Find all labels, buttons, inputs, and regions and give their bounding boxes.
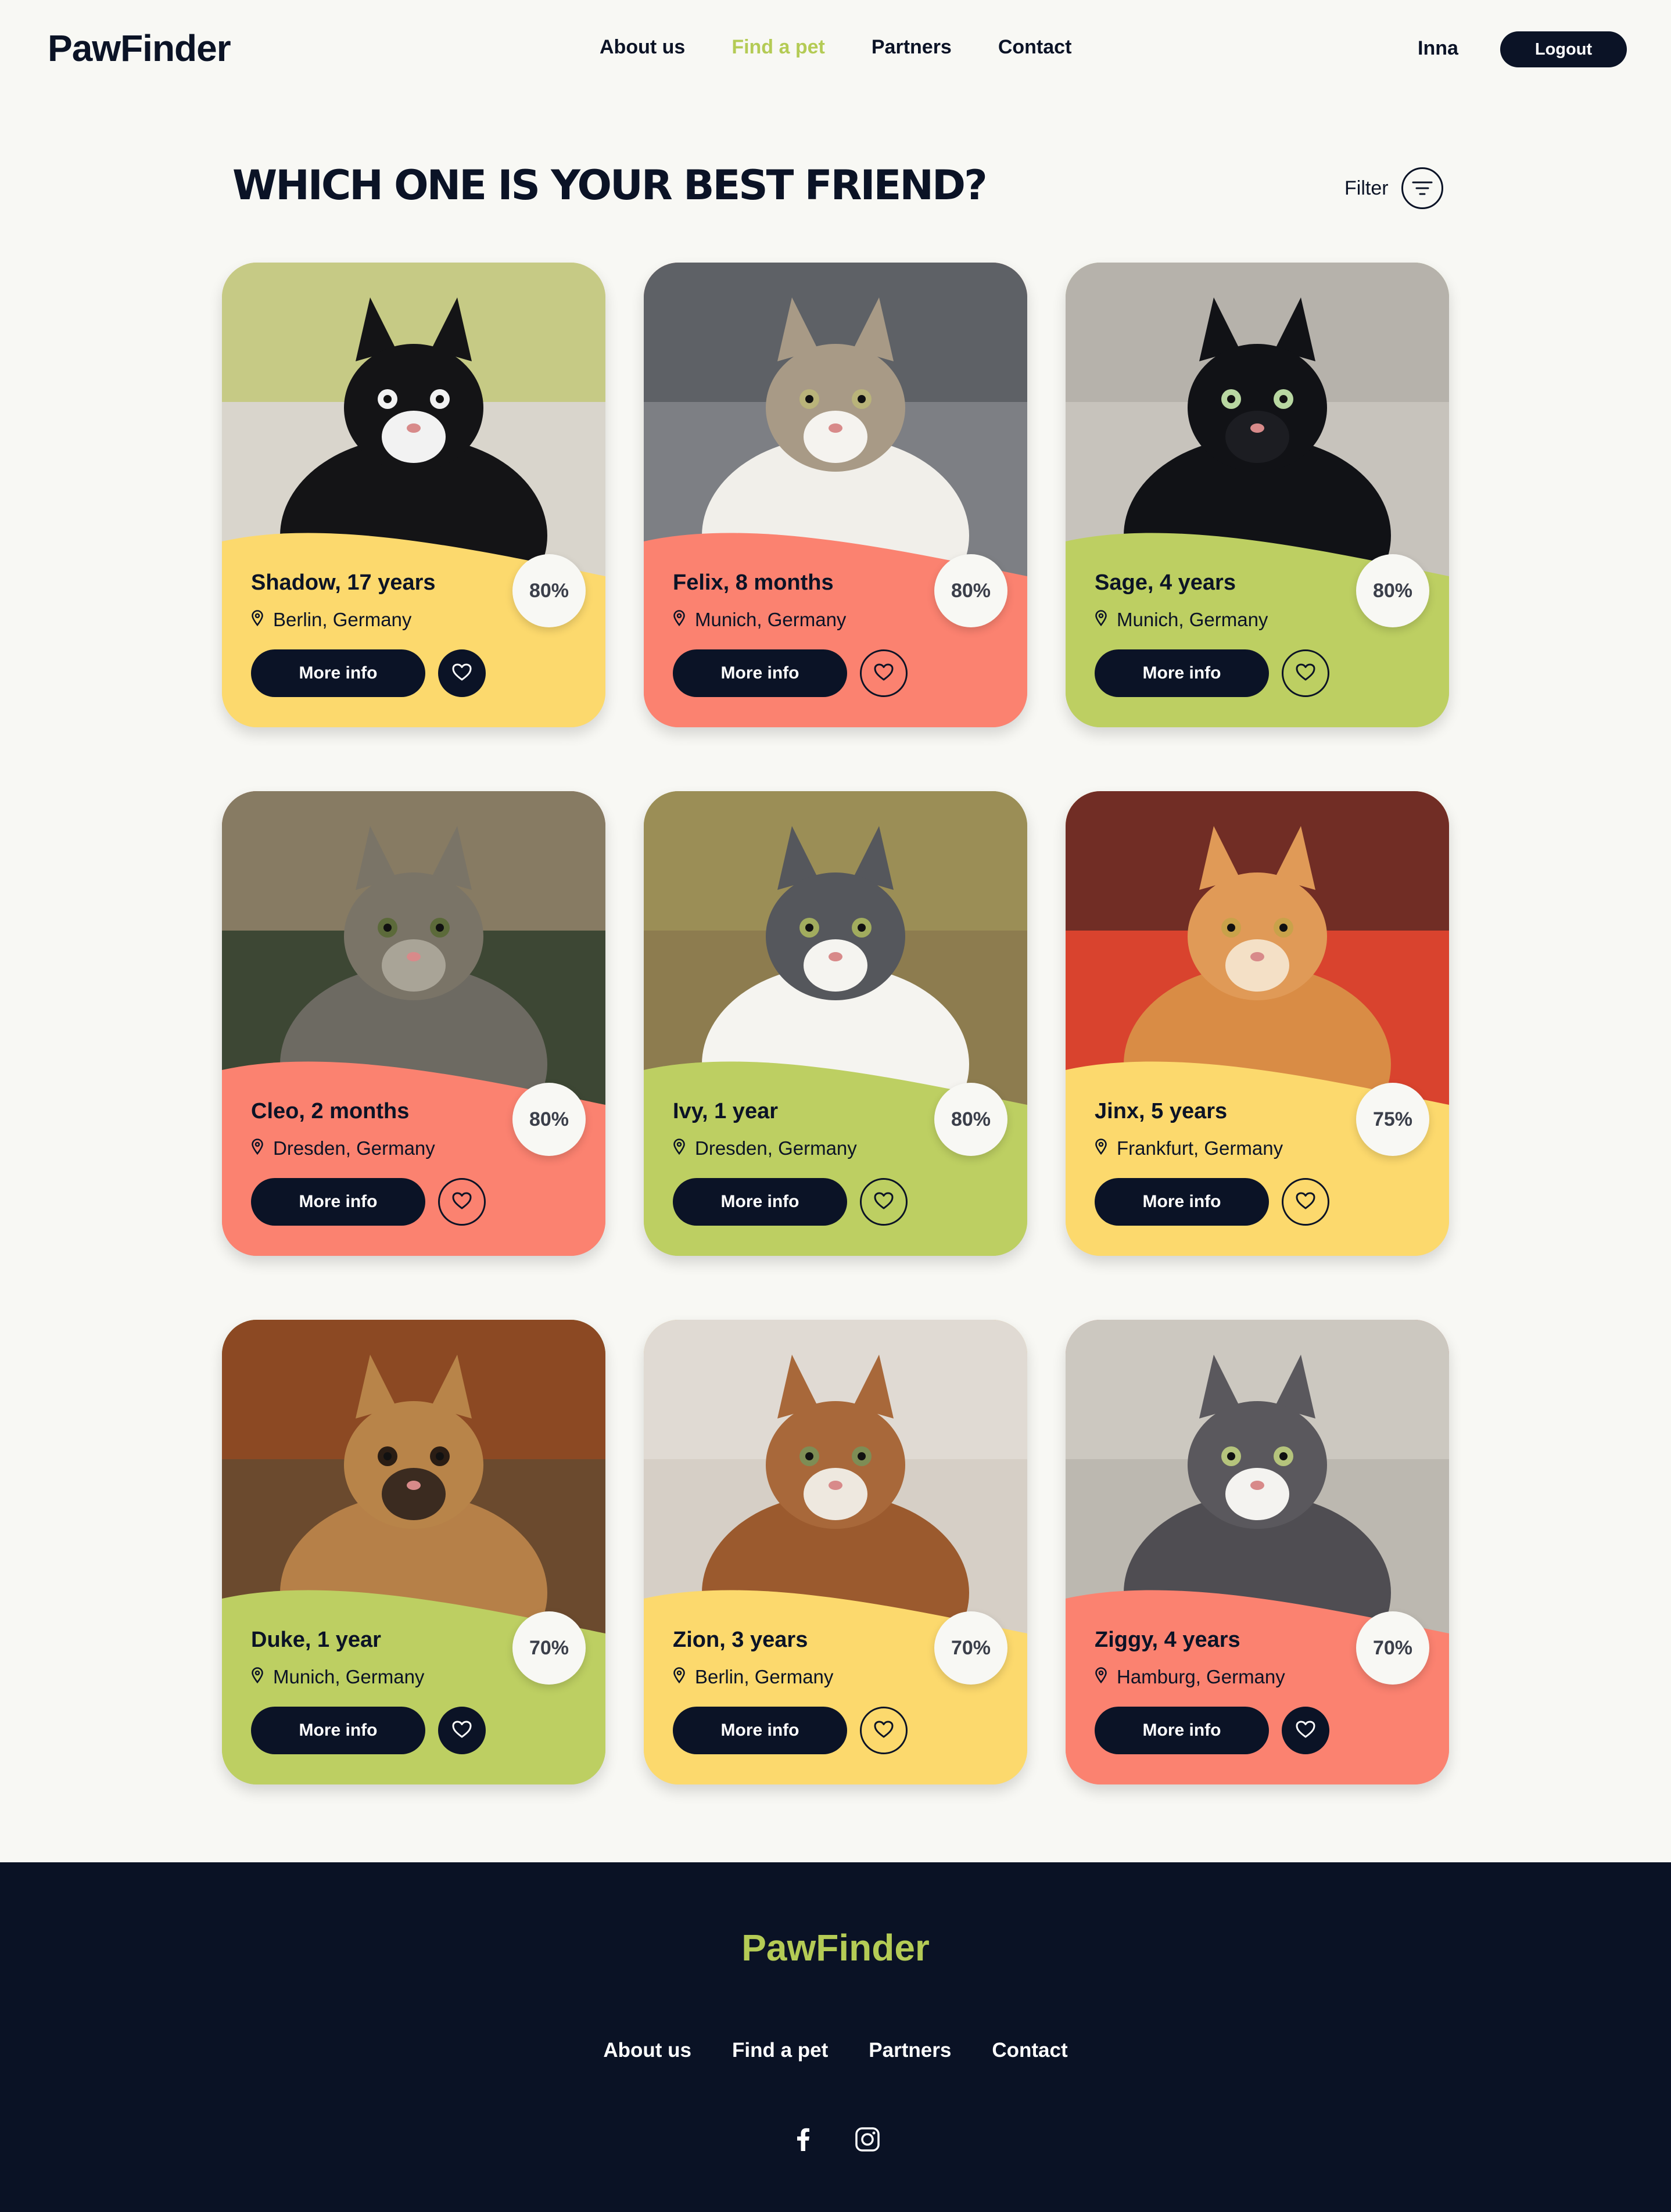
heart-icon bbox=[874, 1721, 894, 1741]
pet-location: Munich, Germany bbox=[251, 1666, 424, 1688]
heart-icon bbox=[874, 663, 894, 684]
pet-location-text: Dresden, Germany bbox=[273, 1137, 435, 1159]
pet-name: Jinx, 5 years bbox=[1095, 1099, 1228, 1123]
pet-location-text: Munich, Germany bbox=[273, 1666, 425, 1687]
more-info-button[interactable]: More info bbox=[251, 1707, 425, 1754]
location-pin-icon bbox=[1095, 1137, 1107, 1159]
pet-location-text: Frankfurt, Germany bbox=[1117, 1137, 1283, 1159]
pet-location-text: Munich, Germany bbox=[695, 609, 847, 630]
location-pin-icon bbox=[251, 1666, 264, 1688]
pet-location: Dresden, Germany bbox=[251, 1137, 435, 1159]
heart-icon bbox=[452, 663, 472, 684]
favorite-button[interactable] bbox=[438, 649, 486, 697]
location-pin-icon bbox=[673, 609, 686, 631]
location-pin-icon bbox=[1095, 609, 1107, 631]
pet-name: Zion, 3 years bbox=[673, 1628, 808, 1652]
more-info-button[interactable]: More info bbox=[251, 1178, 425, 1226]
heart-icon bbox=[452, 1721, 472, 1741]
favorite-button[interactable] bbox=[438, 1178, 486, 1226]
match-badge: 70% bbox=[1356, 1611, 1429, 1685]
pet-location: Berlin, Germany bbox=[251, 609, 411, 631]
more-info-button[interactable]: More info bbox=[1095, 1707, 1269, 1754]
pet-card[interactable]: Felix, 8 months Munich, Germany 80% More in… bbox=[644, 263, 1027, 727]
match-badge: 80% bbox=[1356, 554, 1429, 627]
site-footer: PawFinder About us Find a pet Partners C… bbox=[0, 1862, 1671, 2212]
match-badge: 80% bbox=[934, 554, 1007, 627]
instagram-icon[interactable] bbox=[853, 2125, 882, 2154]
more-info-button[interactable]: More info bbox=[251, 649, 425, 697]
more-info-button[interactable]: More info bbox=[673, 649, 847, 697]
pet-card[interactable]: Ivy, 1 year Dresden, Germany 80% More info bbox=[644, 791, 1027, 1256]
pet-name: Duke, 1 year bbox=[251, 1628, 381, 1652]
more-info-button[interactable]: More info bbox=[673, 1178, 847, 1226]
footer-nav-find-a-pet[interactable]: Find a pet bbox=[732, 2039, 828, 2062]
pet-name: Shadow, 17 years bbox=[251, 570, 436, 595]
pet-location: Munich, Germany bbox=[1095, 609, 1268, 631]
pet-card[interactable]: Cleo, 2 months Dresden, Germany 80% More in… bbox=[222, 791, 605, 1256]
favorite-button[interactable] bbox=[1282, 649, 1329, 697]
heart-icon bbox=[1296, 663, 1315, 684]
location-pin-icon bbox=[1095, 1666, 1107, 1688]
pet-location: Dresden, Germany bbox=[673, 1137, 857, 1159]
footer-nav-partners[interactable]: Partners bbox=[869, 2039, 951, 2062]
pet-card[interactable]: Shadow, 17 years Berlin, Germany 80% More i… bbox=[222, 263, 605, 727]
favorite-button[interactable] bbox=[860, 649, 908, 697]
pet-location: Munich, Germany bbox=[673, 609, 846, 631]
pet-name: Ziggy, 4 years bbox=[1095, 1628, 1240, 1652]
pet-location-text: Berlin, Germany bbox=[273, 609, 412, 630]
pet-grid: Shadow, 17 years Berlin, Germany 80% More i… bbox=[0, 0, 1671, 1859]
pet-location: Hamburg, Germany bbox=[1095, 1666, 1285, 1688]
heart-icon bbox=[452, 1192, 472, 1212]
facebook-icon[interactable] bbox=[789, 2125, 818, 2154]
location-pin-icon bbox=[673, 1666, 686, 1688]
match-badge: 80% bbox=[512, 1083, 586, 1156]
pet-name: Sage, 4 years bbox=[1095, 570, 1236, 595]
footer-logo[interactable]: PawFinder bbox=[0, 1926, 1671, 1969]
match-badge: 75% bbox=[1356, 1083, 1429, 1156]
favorite-button[interactable] bbox=[438, 1707, 486, 1754]
heart-icon bbox=[874, 1192, 894, 1212]
pet-card[interactable]: Duke, 1 year Munich, Germany 70% More info bbox=[222, 1320, 605, 1784]
pet-name: Ivy, 1 year bbox=[673, 1099, 779, 1123]
pet-location-text: Dresden, Germany bbox=[695, 1137, 857, 1159]
match-badge: 70% bbox=[934, 1611, 1007, 1685]
location-pin-icon bbox=[673, 1137, 686, 1159]
favorite-button[interactable] bbox=[1282, 1707, 1329, 1754]
pet-location-text: Munich, Germany bbox=[1117, 609, 1268, 630]
pet-location-text: Berlin, Germany bbox=[695, 1666, 834, 1687]
more-info-button[interactable]: More info bbox=[673, 1707, 847, 1754]
match-badge: 80% bbox=[512, 554, 586, 627]
pet-card[interactable]: Sage, 4 years Munich, Germany 80% More info bbox=[1066, 263, 1449, 727]
favorite-button[interactable] bbox=[1282, 1178, 1329, 1226]
favorite-button[interactable] bbox=[860, 1178, 908, 1226]
pet-name: Felix, 8 months bbox=[673, 570, 834, 595]
pet-location: Frankfurt, Germany bbox=[1095, 1137, 1283, 1159]
footer-nav-about-us[interactable]: About us bbox=[603, 2039, 691, 2062]
pet-card[interactable]: Zion, 3 years Berlin, Germany 70% More info bbox=[644, 1320, 1027, 1784]
more-info-button[interactable]: More info bbox=[1095, 1178, 1269, 1226]
location-pin-icon bbox=[251, 609, 264, 631]
footer-nav-contact[interactable]: Contact bbox=[992, 2039, 1067, 2062]
heart-icon bbox=[1296, 1192, 1315, 1212]
heart-icon bbox=[1296, 1721, 1315, 1741]
favorite-button[interactable] bbox=[860, 1707, 908, 1754]
match-badge: 70% bbox=[512, 1611, 586, 1685]
pet-name: Cleo, 2 months bbox=[251, 1099, 410, 1123]
pet-location-text: Hamburg, Germany bbox=[1117, 1666, 1285, 1687]
match-badge: 80% bbox=[934, 1083, 1007, 1156]
more-info-button[interactable]: More info bbox=[1095, 649, 1269, 697]
pet-card[interactable]: Ziggy, 4 years Hamburg, Germany 70% More in… bbox=[1066, 1320, 1449, 1784]
pet-card[interactable]: Jinx, 5 years Frankfurt, Germany 75% More i… bbox=[1066, 791, 1449, 1256]
social-links bbox=[0, 2125, 1671, 2154]
footer-nav: About us Find a pet Partners Contact bbox=[0, 2039, 1671, 2062]
location-pin-icon bbox=[251, 1137, 264, 1159]
pet-location: Berlin, Germany bbox=[673, 1666, 833, 1688]
